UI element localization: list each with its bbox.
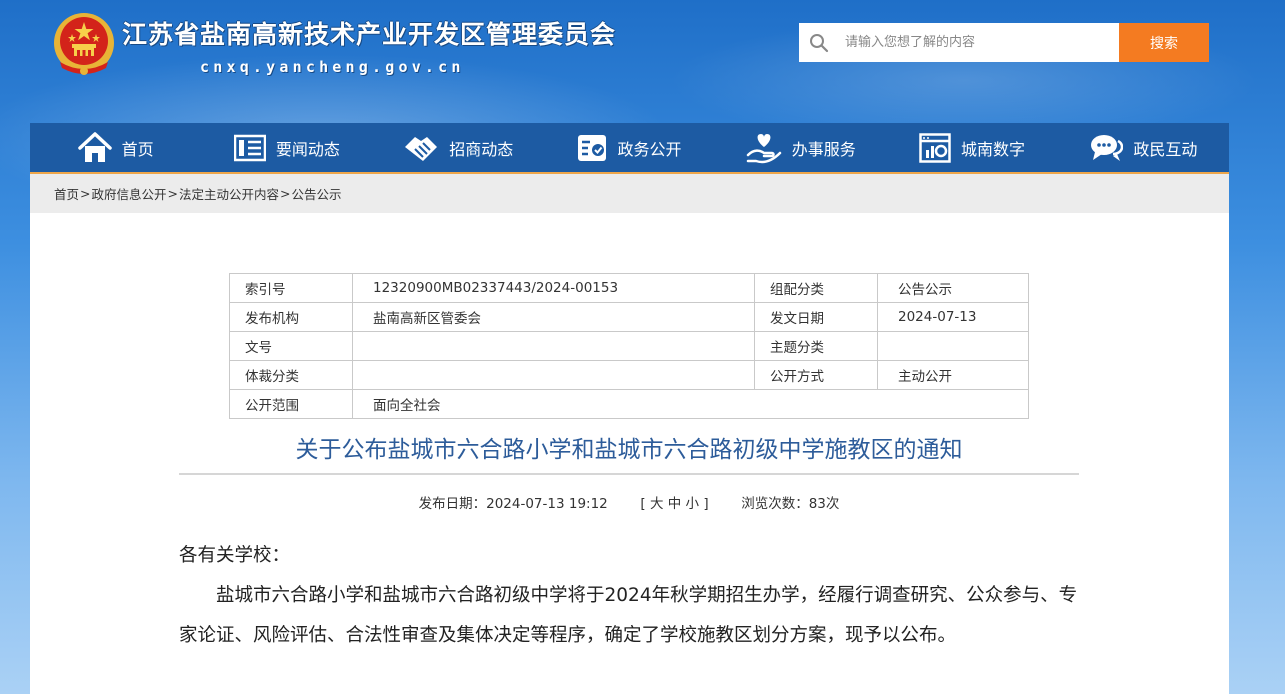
- meta-value-scope: 面向全社会: [352, 389, 1029, 419]
- meta-value-category: 公告公示: [877, 273, 1029, 303]
- meta-value-issue-date: 2024-07-13: [877, 302, 1029, 332]
- site-domain: cnxq.yancheng.gov.cn: [200, 58, 465, 76]
- meta-value-doc-no: [352, 331, 755, 361]
- views-count: 83次: [808, 496, 840, 512]
- meta-label-index: 索引号: [229, 273, 353, 303]
- data-screen-icon: [919, 132, 951, 163]
- meta-value-disclosure: 主动公开: [877, 360, 1029, 390]
- nav-item-services[interactable]: 办事服务: [715, 123, 886, 172]
- font-size-bracket-close: ]: [703, 496, 709, 512]
- nav-label-digital: 城南数字: [961, 139, 1026, 159]
- meta-value-index: 12320900MB02337443/2024-00153: [352, 273, 755, 303]
- nav-item-digital[interactable]: 城南数字: [886, 123, 1057, 172]
- nav-item-investment[interactable]: 招商动态: [373, 123, 544, 172]
- font-size-small-button[interactable]: 小: [686, 496, 700, 512]
- font-size-large-button[interactable]: 大: [650, 496, 664, 512]
- nav-label-interaction: 政民互动: [1133, 139, 1198, 159]
- article-body: 各有关学校： 盐城市六合路小学和盐城市六合路初级中学将于2024年秋学期招生办学…: [179, 536, 1079, 656]
- nav-label-news: 要闻动态: [275, 139, 340, 159]
- meta-label-doc-no: 文号: [229, 331, 353, 361]
- table-row: 发布机构 盐南高新区管委会 发文日期 2024-07-13: [229, 302, 1029, 332]
- nav-label-home: 首页: [121, 139, 154, 159]
- checklist-icon: [577, 134, 607, 162]
- meta-label-category: 组配分类: [754, 273, 878, 303]
- search-icon: [801, 23, 837, 62]
- publish-label: 发布日期：: [418, 496, 487, 512]
- nav-label-services: 办事服务: [791, 139, 856, 159]
- meta-label-topic: 主题分类: [754, 331, 878, 361]
- meta-value-publisher: 盐南高新区管委会: [352, 302, 755, 332]
- nav-item-gov-affairs[interactable]: 政务公开: [544, 123, 715, 172]
- nav-item-news[interactable]: 要闻动态: [201, 123, 372, 172]
- national-emblem-icon: [50, 10, 118, 80]
- breadcrumb: 首页 > 政府信息公开 > 法定主动公开内容 > 公告公示: [30, 174, 1229, 213]
- chat-icon: [1089, 132, 1124, 164]
- search-input[interactable]: [837, 23, 1119, 62]
- search-box: [799, 23, 1119, 62]
- meta-label-scope: 公开范围: [229, 389, 353, 419]
- table-row: 体裁分类 公开方式 主动公开: [229, 360, 1029, 390]
- meta-label-genre: 体裁分类: [229, 360, 353, 390]
- publish-info: 发布日期：2024-07-13 19:12 [ 大 中 小 ] 浏览次数：83次: [179, 492, 1079, 512]
- breadcrumb-statutory[interactable]: 法定主动公开内容: [179, 184, 279, 203]
- content-panel: 首页 > 政府信息公开 > 法定主动公开内容 > 公告公示 索引号 123209…: [30, 174, 1229, 694]
- font-size-medium-button[interactable]: 中: [668, 496, 682, 512]
- meta-label-publisher: 发布机构: [229, 302, 353, 332]
- home-icon: [77, 131, 112, 164]
- meta-label-issue-date: 发文日期: [754, 302, 878, 332]
- handshake-icon: [403, 133, 439, 163]
- article-paragraph: 盐城市六合路小学和盐城市六合路初级中学将于2024年秋学期招生办学，经履行调查研…: [179, 585, 1078, 646]
- breadcrumb-separator: >: [280, 186, 291, 201]
- meta-value-genre: [352, 360, 755, 390]
- article-title: 关于公布盐城市六合路小学和盐城市六合路初级中学施教区的通知: [295, 437, 963, 463]
- table-row: 索引号 12320900MB02337443/2024-00153 组配分类 公…: [229, 273, 1029, 303]
- nav-label-gov-affairs: 政务公开: [617, 139, 682, 159]
- article-salutation: 各有关学校：: [179, 545, 291, 566]
- font-size-bracket-open: [: [640, 496, 646, 512]
- hand-heart-icon: [746, 131, 782, 165]
- site-title: 江苏省盐南高新技术产业开发区管理委员会: [122, 20, 617, 49]
- table-row: 文号 主题分类: [229, 331, 1029, 361]
- nav-label-investment: 招商动态: [449, 139, 514, 159]
- meta-label-disclosure: 公开方式: [754, 360, 878, 390]
- breadcrumb-separator: >: [167, 186, 178, 201]
- main-nav: 首页 要闻动态 招商动态 政务公开 办事服务 城南数字 政民互动: [30, 123, 1229, 174]
- breadcrumb-separator: >: [80, 186, 91, 201]
- title-divider: [179, 473, 1079, 475]
- news-icon: [233, 134, 266, 162]
- table-row: 公开范围 面向全社会: [229, 389, 1029, 419]
- views-label: 浏览次数：: [741, 496, 809, 512]
- search-button[interactable]: 搜索: [1119, 23, 1209, 62]
- meta-info-table: 索引号 12320900MB02337443/2024-00153 组配分类 公…: [229, 273, 1029, 419]
- breadcrumb-home[interactable]: 首页: [54, 184, 79, 203]
- publish-time: 2024-07-13 19:12: [486, 496, 608, 512]
- breadcrumb-announcements[interactable]: 公告公示: [292, 184, 342, 203]
- meta-value-topic: [877, 331, 1029, 361]
- nav-item-interaction[interactable]: 政民互动: [1058, 123, 1229, 172]
- breadcrumb-gov-info[interactable]: 政府信息公开: [92, 184, 167, 203]
- nav-item-home[interactable]: 首页: [30, 123, 201, 172]
